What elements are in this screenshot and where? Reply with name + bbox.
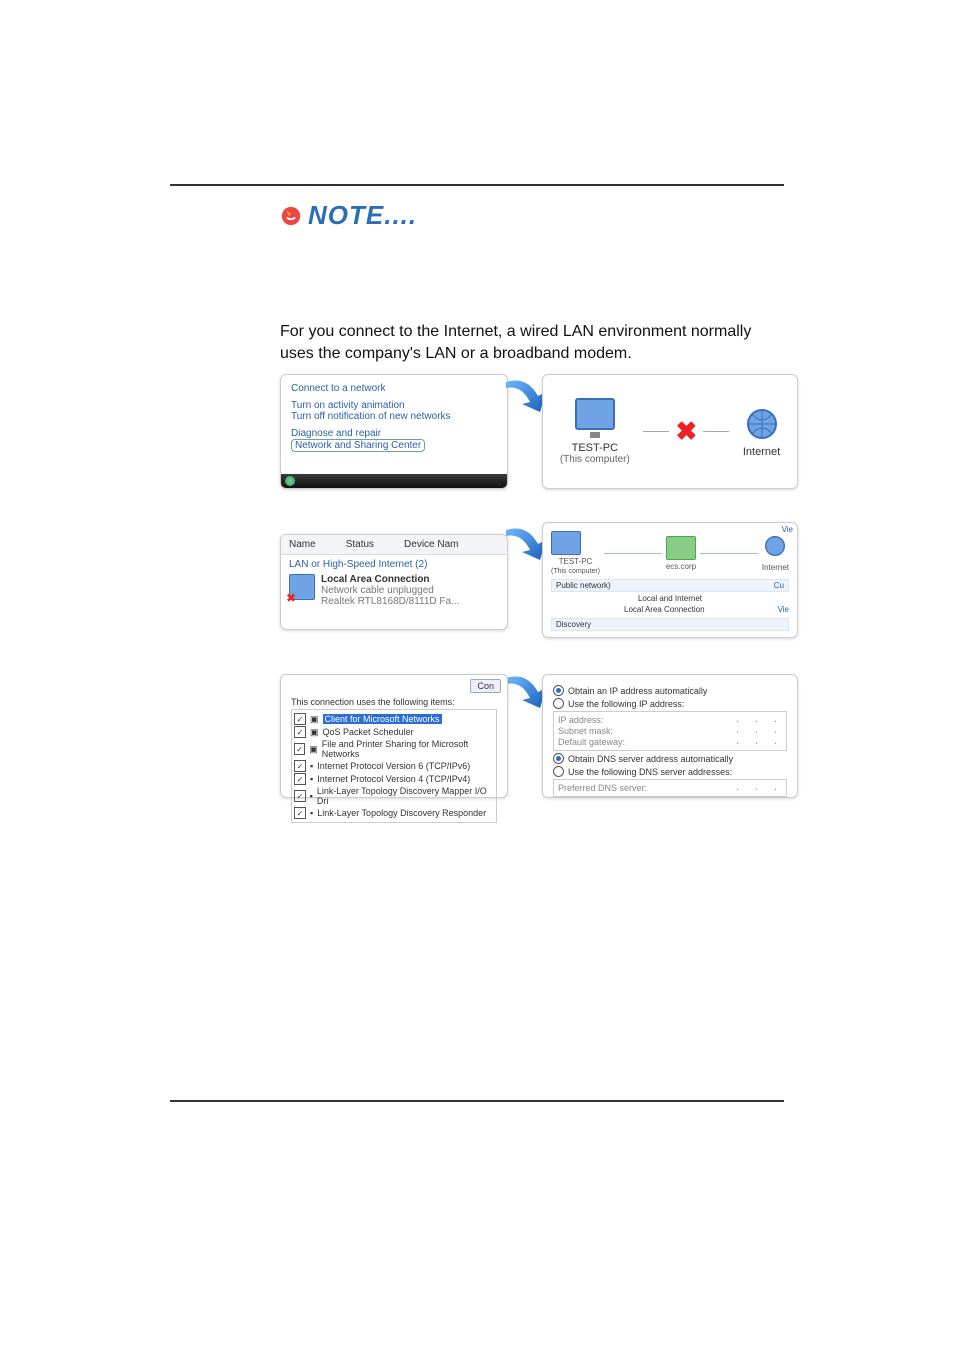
sharing-center-panel: Vie TEST-PC (This computer) ecs.corp Int… xyxy=(542,522,798,638)
connection-items-panel: Con This connection uses the following i… xyxy=(280,674,508,798)
pc-name: TEST-PC xyxy=(551,557,600,566)
pref-dns-label: Preferred DNS server: xyxy=(558,783,647,793)
mini-icon: ▣ xyxy=(310,727,319,738)
connection-item[interactable]: Local Area Connection Network cable unpl… xyxy=(289,574,499,607)
mini-icon: ▪ xyxy=(310,791,313,801)
radio-obtain-ip-auto[interactable]: Obtain an IP address automatically xyxy=(553,685,787,696)
view-link[interactable]: Vie xyxy=(778,605,789,614)
columns-header: Name Status Device Nam xyxy=(281,535,507,555)
gw-label: Default gateway: xyxy=(558,737,625,747)
link-turn-off-notify[interactable]: Turn off notification of new networks xyxy=(291,411,497,422)
chk-ipv6[interactable]: ✓▪Internet Protocol Version 6 (TCP/IPv6) xyxy=(294,760,494,772)
chk-lltd-responder[interactable]: ✓▪Link-Layer Topology Discovery Responde… xyxy=(294,807,494,819)
link-diagnose-repair[interactable]: Diagnose and repair xyxy=(291,428,497,439)
view-link-top[interactable]: Vie xyxy=(782,525,793,534)
mini-icon: ▣ xyxy=(309,744,318,755)
radio-use-ip[interactable]: Use the following IP address: xyxy=(553,698,787,709)
this-computer-node: TEST-PC (This computer) xyxy=(560,398,630,465)
col-device: Device Nam xyxy=(404,539,458,550)
internet-label: Internet xyxy=(743,446,780,458)
note-label: NOTE.... xyxy=(308,200,417,231)
note-heading: NOTE.... xyxy=(280,200,784,231)
col-status: Status xyxy=(346,539,374,550)
dns-fieldset: Preferred DNS server: . . . xyxy=(553,779,787,797)
chk-qos[interactable]: ✓▣QoS Packet Scheduler xyxy=(294,726,494,738)
tcpip-properties-panel: Obtain an IP address automatically Use t… xyxy=(542,674,798,798)
ip-fieldset: IP address: . . . Subnet mask: . . . Defau… xyxy=(553,711,787,751)
pref-dns-input[interactable]: . . . xyxy=(735,783,782,793)
top-rule xyxy=(170,184,784,186)
mini-icon: ▣ xyxy=(310,714,319,725)
taskbar xyxy=(281,474,507,488)
pc-sub: (This computer) xyxy=(560,454,630,465)
pc-icon xyxy=(551,531,581,555)
radio-obtain-dns-auto[interactable]: Obtain DNS server address automatically xyxy=(553,753,787,764)
configure-button[interactable]: Con xyxy=(470,679,501,693)
conn-label: Local Area Connection xyxy=(624,605,705,614)
lead-paragraph: For you connect to the Internet, a wired… xyxy=(280,321,784,364)
mini-icon: ▪ xyxy=(310,761,313,771)
chk-lltd-mapper[interactable]: ✓▪Link-Layer Topology Discovery Mapper I… xyxy=(294,786,494,806)
ip-input[interactable]: . . . xyxy=(735,715,782,725)
chk-ipv4[interactable]: ✓▪Internet Protocol Version 4 (TCP/IPv4) xyxy=(294,773,494,785)
conn-title: Local Area Connection xyxy=(321,574,459,585)
internet-name: Internet xyxy=(762,563,789,572)
chk-client-msnet[interactable]: ✓▣Client for Microsoft Networks xyxy=(294,713,494,725)
conn-status: Network cable unplugged xyxy=(321,585,459,596)
link-activity-anim[interactable]: Turn on activity animation xyxy=(291,400,497,411)
figure-area: Connect to a network Turn on activity an… xyxy=(280,374,800,934)
col-name: Name xyxy=(289,539,316,550)
tasks-panel: Connect to a network Turn on activity an… xyxy=(280,374,508,489)
radio-use-dns[interactable]: Use the following DNS server addresses: xyxy=(553,766,787,777)
gw-input[interactable]: . . . xyxy=(735,737,782,747)
note-icon xyxy=(280,205,302,227)
items-intro: This connection uses the following items… xyxy=(291,697,497,707)
bottom-rule xyxy=(170,1100,784,1102)
mini-icon: ▪ xyxy=(310,774,313,784)
access-label: Local and Internet xyxy=(551,594,789,603)
chk-file-printer[interactable]: ✓▣File and Printer Sharing for Microsoft… xyxy=(294,739,494,759)
link-connect-network[interactable]: Connect to a network xyxy=(291,383,497,394)
globe-icon xyxy=(763,534,787,558)
mini-icon: ▪ xyxy=(310,808,313,818)
internet-node: Internet xyxy=(743,406,780,458)
domain-icon xyxy=(666,536,696,560)
pc-name: TEST-PC xyxy=(572,442,618,454)
link-network-sharing-center[interactable]: Network and Sharing Center xyxy=(291,439,425,452)
pc-sub: (This computer) xyxy=(551,568,600,575)
connection-broken: ✖ xyxy=(643,416,729,447)
domain-name: ecs.corp xyxy=(666,562,696,571)
mask-input[interactable]: . . . xyxy=(735,726,782,736)
nic-icon xyxy=(289,574,315,600)
network-map-panel: TEST-PC (This computer) ✖ Internet xyxy=(542,374,798,489)
group-label: LAN or High-Speed Internet (2) xyxy=(289,559,499,570)
conn-device: Realtek RTL8168D/8111D Fa... xyxy=(321,596,459,607)
x-icon: ✖ xyxy=(675,416,697,447)
public-network-row: Public network) Cu xyxy=(551,579,789,592)
start-orb[interactable] xyxy=(285,476,295,486)
customize-link[interactable]: Cu xyxy=(774,581,784,590)
network-connections-panel: Name Status Device Nam LAN or High-Speed… xyxy=(280,534,508,630)
ip-label: IP address: xyxy=(558,715,603,725)
mask-label: Subnet mask: xyxy=(558,726,613,736)
discovery-row: Discovery xyxy=(551,618,789,631)
